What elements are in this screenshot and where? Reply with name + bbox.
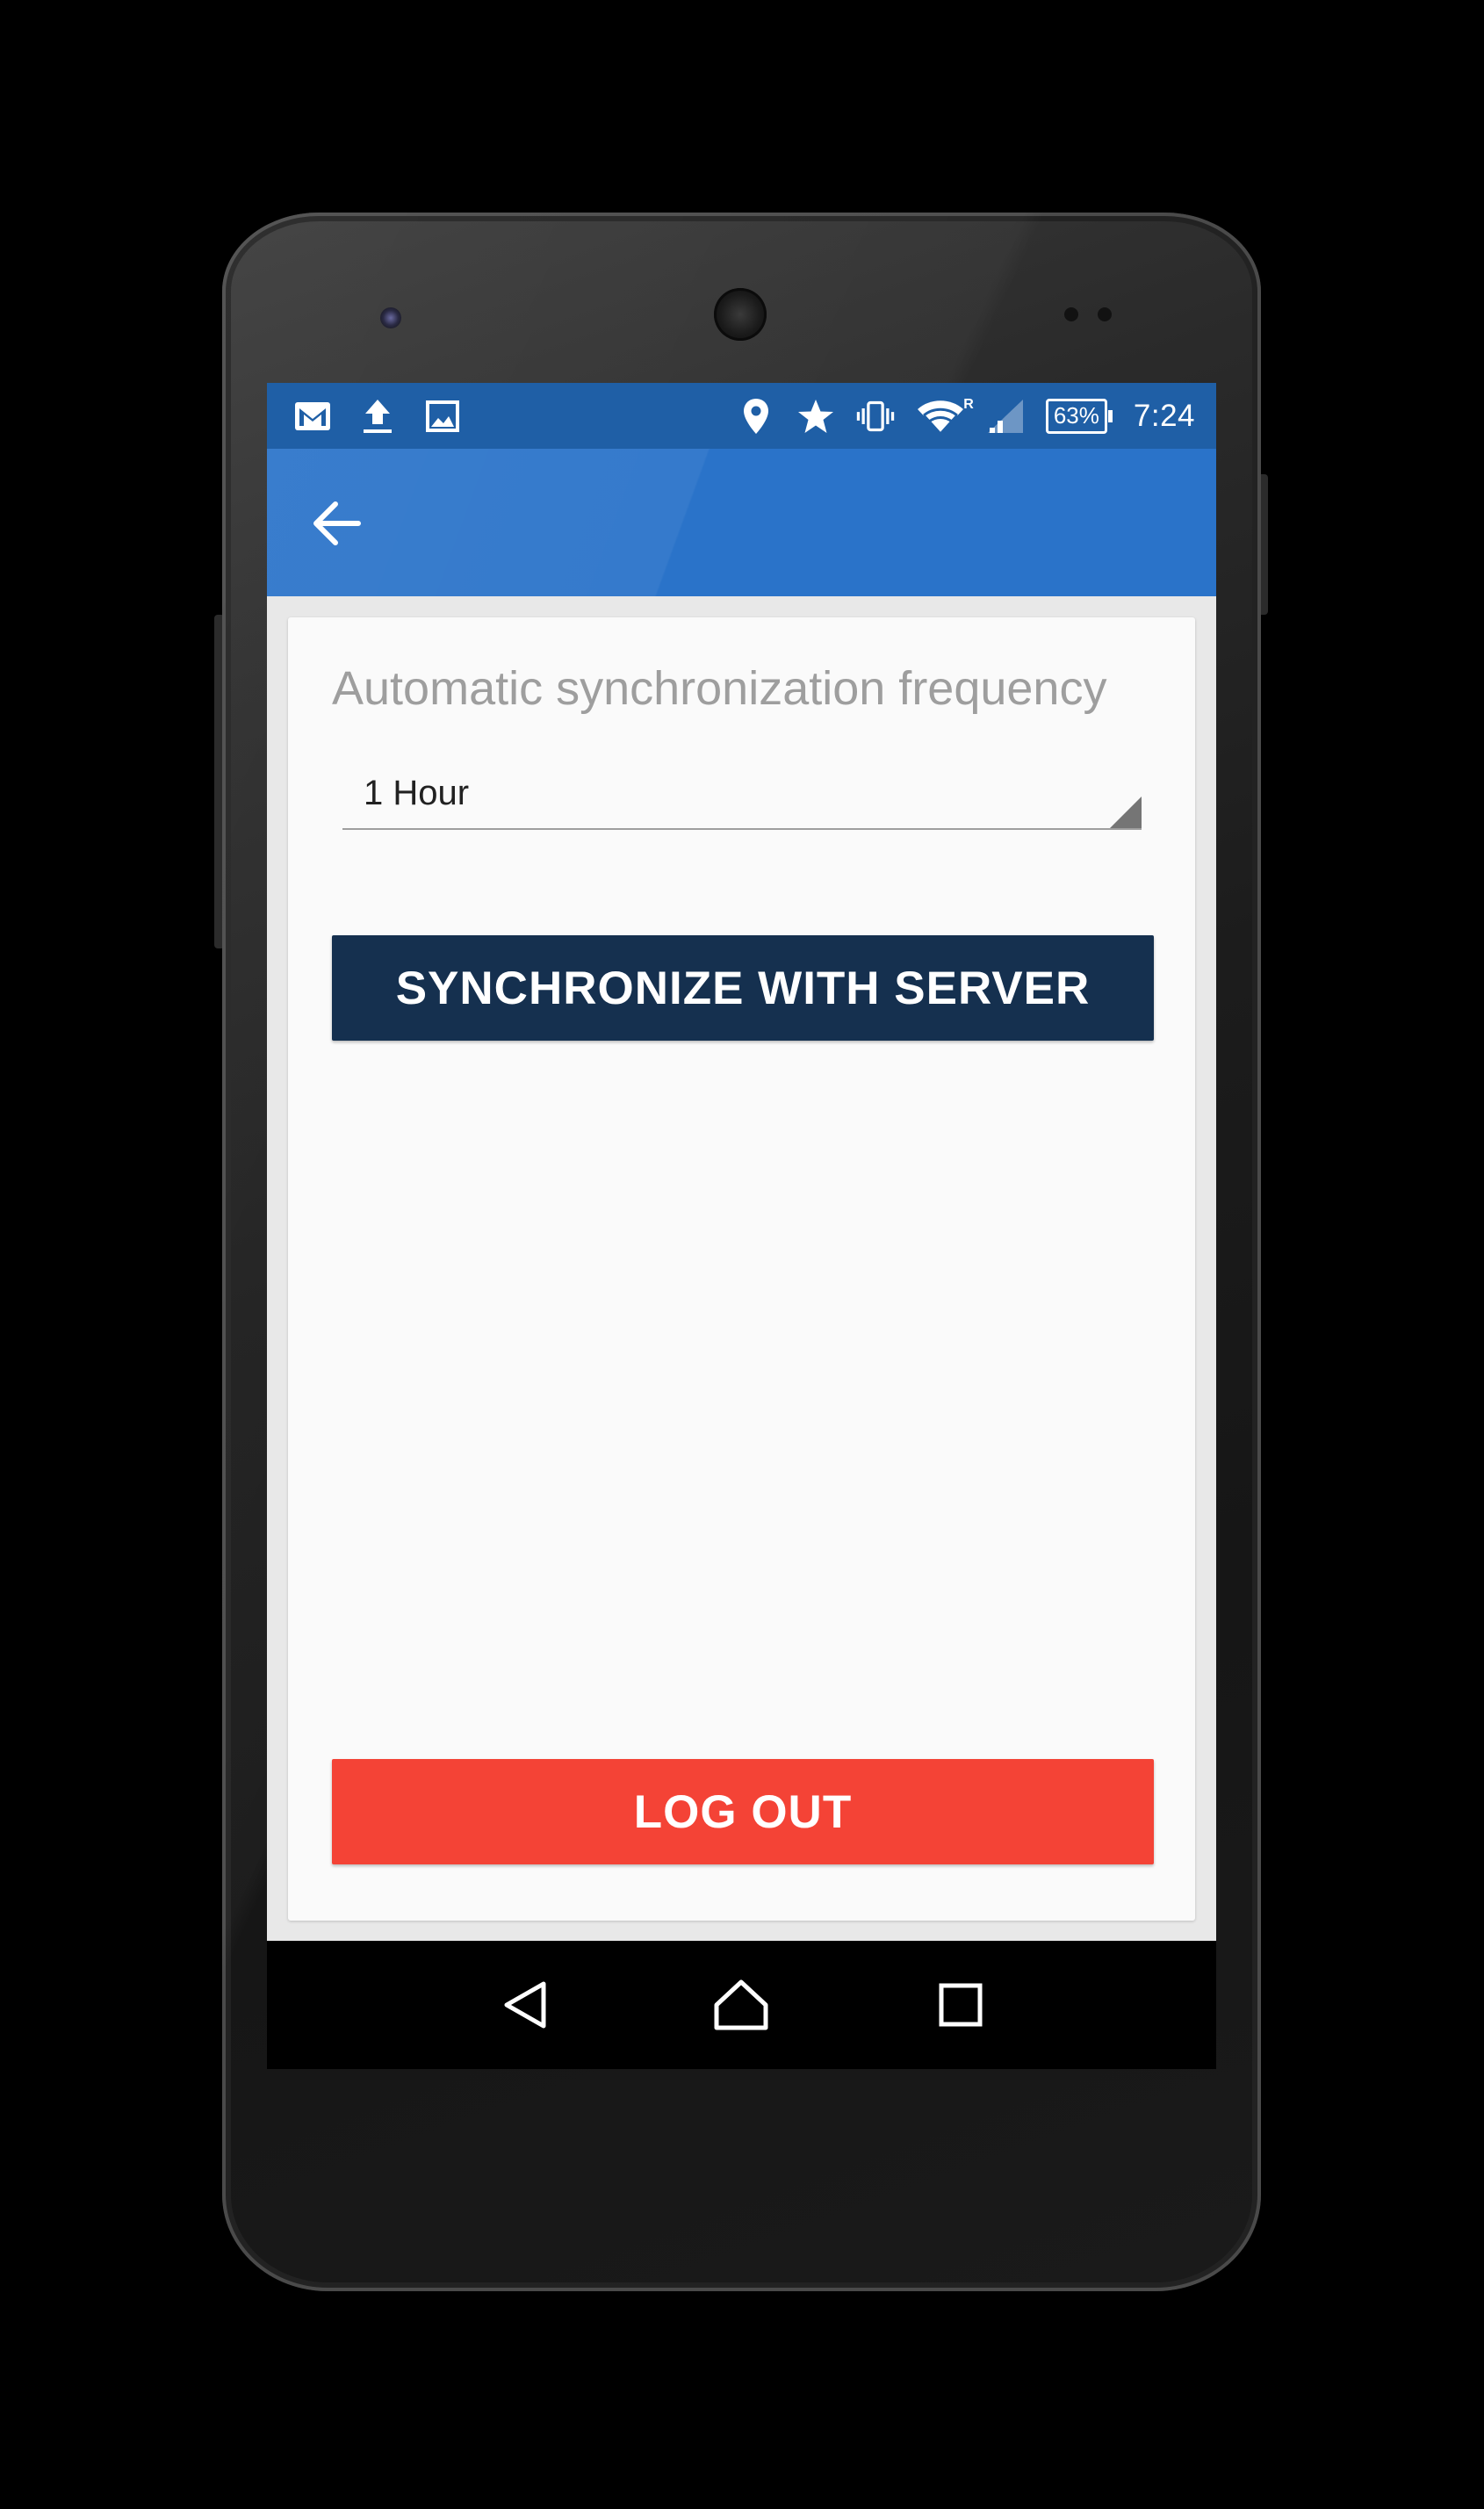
battery-icon: 63% bbox=[1045, 398, 1107, 434]
frequency-value: 1 Hour bbox=[364, 774, 470, 812]
nav-recents-button[interactable] bbox=[917, 1961, 1005, 2049]
battery-indicator: 63% bbox=[1045, 398, 1113, 434]
logout-button[interactable]: LOG OUT bbox=[332, 1759, 1154, 1864]
vibrate-icon bbox=[856, 397, 895, 436]
gmail-icon bbox=[293, 397, 332, 436]
clock: 7:24 bbox=[1133, 398, 1195, 433]
roaming-label: R bbox=[963, 396, 974, 412]
stage: R 63% 7:24 Automatic synchronization fre… bbox=[0, 0, 1484, 2509]
earpiece-speaker bbox=[714, 288, 767, 341]
back-triangle-icon bbox=[504, 1981, 546, 2029]
screen: R 63% 7:24 Automatic synchronization fre… bbox=[267, 383, 1216, 2069]
back-button[interactable] bbox=[302, 488, 372, 559]
image-icon bbox=[423, 397, 462, 436]
frequency-label: Automatic synchronization frequency bbox=[332, 662, 1107, 715]
light-sensor bbox=[1098, 307, 1112, 321]
cell-signal-icon bbox=[986, 397, 1025, 436]
synchronize-button[interactable]: SYNCHRONIZE WITH SERVER bbox=[332, 935, 1154, 1041]
battery-tip bbox=[1107, 409, 1113, 422]
status-bar: R 63% 7:24 bbox=[267, 383, 1216, 449]
nav-back-button[interactable] bbox=[482, 1961, 570, 2049]
toolbar-sheen bbox=[267, 449, 1216, 596]
settings-card: Automatic synchronization frequency 1 Ho… bbox=[288, 617, 1195, 1921]
star-icon bbox=[796, 397, 835, 436]
home-icon bbox=[714, 1979, 768, 2030]
frequency-spinner[interactable]: 1 Hour bbox=[342, 767, 1142, 830]
battery-percent: 63% bbox=[1053, 402, 1099, 429]
front-camera bbox=[380, 307, 401, 328]
navigation-bar bbox=[267, 1941, 1216, 2069]
nav-home-button[interactable] bbox=[697, 1961, 785, 2049]
arrow-back-icon bbox=[313, 501, 361, 545]
location-icon bbox=[737, 397, 775, 436]
proximity-sensor bbox=[1064, 307, 1078, 321]
upload-icon bbox=[358, 397, 397, 436]
system-icons: R 63% 7:24 bbox=[737, 383, 1195, 449]
wifi-icon: R bbox=[916, 397, 974, 436]
dropdown-arrow-icon bbox=[1110, 797, 1142, 828]
recents-icon bbox=[939, 1983, 983, 2027]
app-toolbar bbox=[267, 449, 1216, 596]
notification-icons bbox=[293, 383, 462, 449]
